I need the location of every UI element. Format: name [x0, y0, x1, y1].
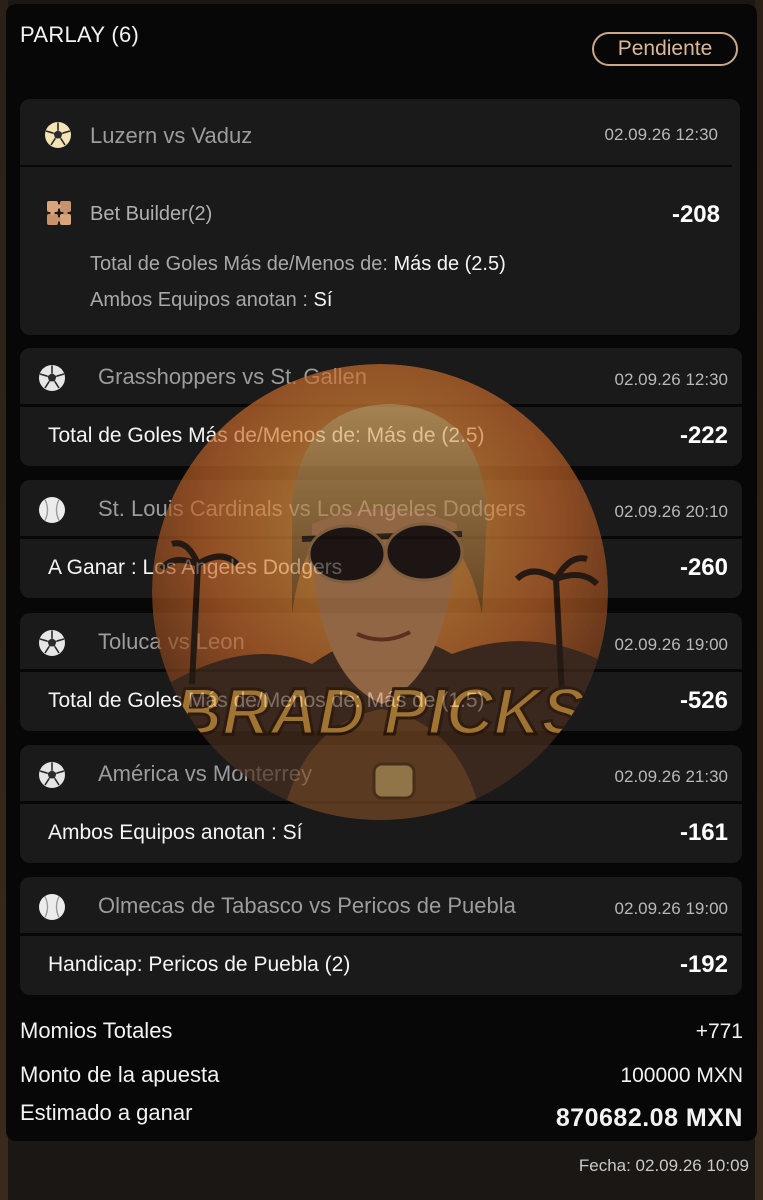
match-name: Grasshoppers vs St. Gallen	[98, 364, 368, 389]
selection: Total de Goles Más de/Menos de: Más de (…	[48, 689, 485, 712]
total-odds-value: +771	[695, 1020, 743, 1043]
criterion-label: Ambos Equipos anotan :	[90, 289, 314, 311]
criterion-label: Total de Goles Más de/Menos de:	[90, 253, 394, 275]
leg-selection-row: A Ganar : Los Angeles Dodgers -260	[20, 539, 742, 598]
criterion-total-goals: Total de Goles Más de/Menos de: Más de (…	[90, 253, 506, 276]
leg-selection-row: Ambos Equipos anotan : Sí -161	[20, 804, 742, 863]
bet-leg-4[interactable]: Toluca vs Leon 02.09.26 19:00 Total de G…	[20, 613, 742, 731]
bet-placed-date: Fecha: 02.09.26 10:09	[578, 1156, 749, 1175]
criterion-value: Sí	[313, 289, 333, 311]
odds: -526	[679, 687, 728, 714]
odds: -222	[679, 422, 728, 449]
selection: A Ganar : Los Angeles Dodgers	[48, 556, 343, 579]
payout-label: Estimado a ganar	[20, 1100, 193, 1125]
match-name: St. Louis Cardinals vs Los Angeles Dodge…	[98, 496, 527, 521]
bet-leg-1[interactable]: Luzern vs Vaduz 02.09.26 12:30 Bet Build…	[20, 99, 740, 335]
match-name: América vs Monterrey	[98, 761, 312, 786]
baseball-icon	[39, 497, 65, 523]
stake-label: Monto de la apuesta	[20, 1062, 220, 1087]
baseball-icon	[39, 894, 65, 920]
match-name: Toluca vs Leon	[98, 629, 245, 654]
leg-selection-row: Handicap: Pericos de Puebla (2) -192	[20, 936, 742, 995]
match-name: Olmecas de Tabasco vs Pericos de Puebla	[98, 893, 516, 918]
leg-header: Toluca vs Leon 02.09.26 19:00	[20, 613, 742, 669]
soccer-ball-icon	[39, 365, 65, 391]
bet-leg-3[interactable]: St. Louis Cardinals vs Los Angeles Dodge…	[20, 480, 742, 598]
selection: Total de Goles Más de/Menos de: Más de (…	[48, 424, 485, 447]
odds: -161	[679, 819, 728, 846]
selection: Handicap: Pericos de Puebla (2)	[48, 953, 351, 976]
odds: -260	[679, 554, 728, 581]
soccer-ball-icon	[45, 122, 71, 148]
leg-header: América vs Monterrey 02.09.26 21:30	[20, 745, 742, 801]
leg-selection-row: Total de Goles Más de/Menos de: Más de (…	[20, 407, 742, 466]
match-datetime: 02.09.26 20:10	[614, 502, 728, 521]
odds: -192	[679, 951, 728, 978]
status-badge: Pendiente	[592, 32, 738, 66]
stake-value: 100000 MXN	[620, 1064, 743, 1087]
total-odds-label: Momios Totales	[20, 1018, 173, 1043]
match-name: Luzern vs Vaduz	[90, 123, 253, 148]
soccer-ball-icon	[39, 630, 65, 656]
bet-leg-6[interactable]: Olmecas de Tabasco vs Pericos de Puebla …	[20, 877, 742, 995]
parlay-card: PARLAY (6) Pendiente Luzern vs Vaduz 02.…	[6, 4, 757, 1141]
match-datetime: 02.09.26 19:00	[614, 635, 728, 654]
leg-header: Grasshoppers vs St. Gallen 02.09.26 12:3…	[20, 348, 742, 404]
leg-header: Olmecas de Tabasco vs Pericos de Puebla …	[20, 877, 742, 933]
leg-selection-row: Total de Goles Más de/Menos de: Más de (…	[20, 672, 742, 731]
bet-builder-label: Bet Builder(2)	[90, 203, 213, 225]
match-datetime: 02.09.26 21:30	[614, 767, 728, 786]
selection: Ambos Equipos anotan : Sí	[48, 821, 303, 844]
leg-header: St. Louis Cardinals vs Los Angeles Dodge…	[20, 480, 742, 536]
match-datetime: 02.09.26 19:00	[614, 899, 728, 918]
criterion-value: Más de (2.5)	[393, 253, 506, 275]
bet-builder-icon	[47, 201, 71, 225]
odds: -208	[671, 201, 720, 228]
parlay-title: PARLAY (6)	[20, 22, 140, 47]
match-datetime: 02.09.26 12:30	[604, 125, 718, 144]
bet-leg-2[interactable]: Grasshoppers vs St. Gallen 02.09.26 12:3…	[20, 348, 742, 466]
match-datetime: 02.09.26 12:30	[614, 370, 728, 389]
soccer-ball-icon	[39, 762, 65, 788]
bet-leg-5[interactable]: América vs Monterrey 02.09.26 21:30 Ambo…	[20, 745, 742, 863]
criterion-both-teams-score: Ambos Equipos anotan : Sí	[90, 289, 332, 312]
payout-value: 870682.08 MXN	[555, 1104, 743, 1132]
divider	[20, 165, 732, 167]
